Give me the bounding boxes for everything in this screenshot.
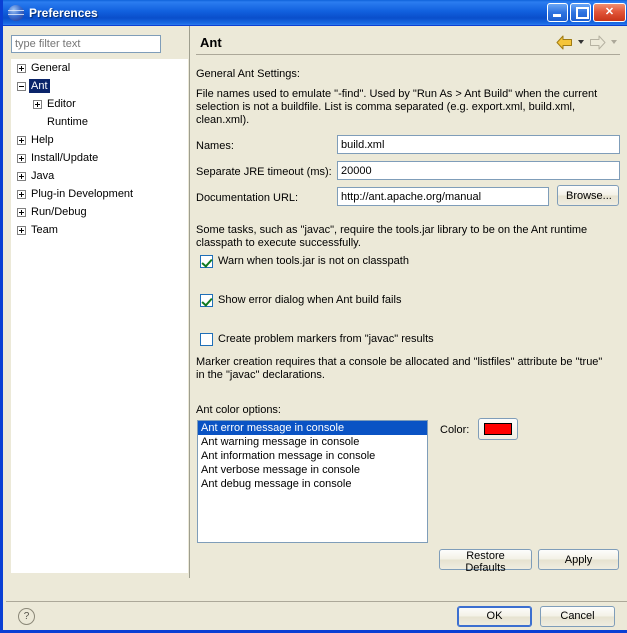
show-error-dialog-checkbox-row[interactable]: Show error dialog when Ant build fails	[200, 294, 401, 307]
toolsjar-description: Some tasks, such as "javac", require the…	[196, 224, 588, 249]
page-body: General Ant Settings: File names used to…	[196, 56, 620, 574]
tree-expand-icon[interactable]	[17, 189, 26, 199]
preferences-tree[interactable]: General Ant Editor Runtime Help Install/Updat…	[11, 59, 188, 573]
tree-expand-icon[interactable]	[17, 63, 26, 73]
close-button[interactable]: ✕	[593, 3, 626, 22]
sidebar-item-general[interactable]: General	[11, 59, 188, 77]
preference-page: Ant General Ant Settings: File names use…	[190, 26, 627, 578]
create-problem-markers-checkbox[interactable]	[200, 333, 213, 346]
list-item[interactable]: Ant verbose message in console	[198, 463, 427, 477]
marker-description: Marker creation requires that a console …	[196, 356, 603, 381]
color-label: Color:	[440, 424, 470, 436]
minimize-icon	[553, 14, 561, 17]
browse-button[interactable]: Browse...	[557, 185, 619, 206]
sidebar-item-java[interactable]: Java	[11, 167, 188, 185]
list-item[interactable]: Ant error message in console	[198, 421, 427, 435]
tree-collapse-icon[interactable]	[17, 81, 26, 91]
apply-button[interactable]: Apply	[538, 549, 619, 570]
forward-menu-chevron-down-icon	[611, 40, 617, 44]
sidebar-item-label: Ant	[29, 79, 50, 93]
show-error-dialog-label: Show error dialog when Ant build fails	[218, 294, 402, 306]
sidebar-item-label: Java	[31, 170, 55, 182]
list-item[interactable]: Ant warning message in console	[198, 435, 427, 449]
names-input[interactable]	[337, 135, 620, 154]
documentation-url-label: Documentation URL:	[196, 192, 299, 204]
title-bar: Preferences ✕	[3, 0, 627, 26]
restore-defaults-button[interactable]: Restore Defaults	[439, 549, 532, 574]
documentation-url-input[interactable]	[337, 187, 549, 206]
dialog-footer: ? OK Cancel	[6, 602, 627, 630]
tree-expand-icon[interactable]	[17, 207, 26, 217]
list-item[interactable]: Ant debug message in console	[198, 477, 427, 491]
sidebar-item-runtime[interactable]: Runtime	[11, 113, 188, 131]
search-input[interactable]	[11, 35, 161, 53]
list-item[interactable]: Ant information message in console	[198, 449, 427, 463]
color-options-label: Ant color options:	[196, 404, 281, 416]
minimize-button[interactable]	[547, 3, 568, 22]
eclipse-globe-icon	[8, 4, 24, 21]
sidebar-item-install-update[interactable]: Install/Update	[11, 149, 188, 167]
names-label: Names:	[196, 140, 234, 152]
tree-expand-icon[interactable]	[17, 171, 26, 181]
maximize-icon	[576, 7, 589, 19]
tree-expand-icon[interactable]	[17, 225, 26, 235]
general-settings-label: General Ant Settings:	[196, 68, 300, 80]
warn-toolsjar-checkbox-row[interactable]: Warn when tools.jar is not on classpath	[200, 255, 409, 268]
maximize-button[interactable]	[570, 3, 591, 22]
color-options-list[interactable]: Ant error message in console Ant warning …	[197, 420, 428, 543]
page-title: Ant	[200, 34, 222, 50]
sidebar-item-label: Help	[31, 134, 54, 146]
sidebar-item-help[interactable]: Help	[11, 131, 188, 149]
tree-expand-icon[interactable]	[17, 153, 26, 163]
sidebar-item-plug-in-development[interactable]: Plug-in Development	[11, 185, 188, 203]
warn-toolsjar-checkbox[interactable]	[200, 255, 213, 268]
jre-timeout-input[interactable]	[337, 161, 620, 180]
page-header: Ant	[190, 30, 627, 54]
footer-buttons: OK Cancel	[457, 605, 615, 627]
color-swatch-button[interactable]	[478, 418, 518, 440]
sidebar-item-label: Runtime	[47, 116, 88, 128]
sidebar-item-label: Editor	[47, 98, 76, 110]
create-problem-markers-label: Create problem markers from "javac" resu…	[218, 333, 434, 345]
dialog-content: General Ant Editor Runtime Help Install/Updat…	[6, 26, 627, 630]
close-icon: ✕	[604, 6, 615, 18]
cancel-button[interactable]: Cancel	[540, 605, 615, 627]
tree-expand-icon[interactable]	[33, 99, 42, 109]
color-swatch	[484, 423, 512, 435]
sidebar-item-team[interactable]: Team	[11, 221, 188, 239]
sidebar-item-label: Install/Update	[31, 152, 99, 164]
window-title: Preferences	[29, 5, 98, 20]
window-controls: ✕	[547, 3, 626, 22]
preferences-sidebar: General Ant Editor Runtime Help Install/Updat…	[6, 26, 188, 578]
sidebar-item-label: Team	[31, 224, 58, 236]
create-problem-markers-checkbox-row[interactable]: Create problem markers from "javac" resu…	[200, 333, 434, 346]
help-question-icon[interactable]: ?	[18, 607, 35, 625]
sidebar-item-label: General	[31, 62, 71, 74]
sidebar-item-label: Plug-in Development	[31, 188, 134, 200]
find-description: File names used to emulate "-find". Used…	[196, 88, 598, 126]
page-navigation	[556, 35, 619, 50]
filter-field-wrapper	[11, 35, 161, 53]
warn-toolsjar-label: Warn when tools.jar is not on classpath	[218, 255, 409, 267]
back-menu-chevron-down-icon[interactable]	[578, 40, 584, 44]
jre-timeout-label: Separate JRE timeout (ms):	[196, 166, 332, 178]
preferences-dialog: Preferences ✕ General Ant Editor Runtime Hel…	[0, 0, 627, 633]
show-error-dialog-checkbox[interactable]	[200, 294, 213, 307]
sidebar-item-label: Run/Debug	[31, 206, 87, 218]
tree-leaf-icon	[33, 118, 42, 127]
tree-expand-icon[interactable]	[17, 135, 26, 145]
ok-button[interactable]: OK	[457, 605, 532, 627]
sidebar-item-ant[interactable]: Ant	[11, 77, 188, 95]
back-arrow-icon[interactable]	[556, 35, 573, 50]
forward-arrow-icon	[589, 35, 606, 50]
sidebar-item-run-debug[interactable]: Run/Debug	[11, 203, 188, 221]
sidebar-item-editor[interactable]: Editor	[11, 95, 188, 113]
header-separator	[196, 54, 620, 55]
